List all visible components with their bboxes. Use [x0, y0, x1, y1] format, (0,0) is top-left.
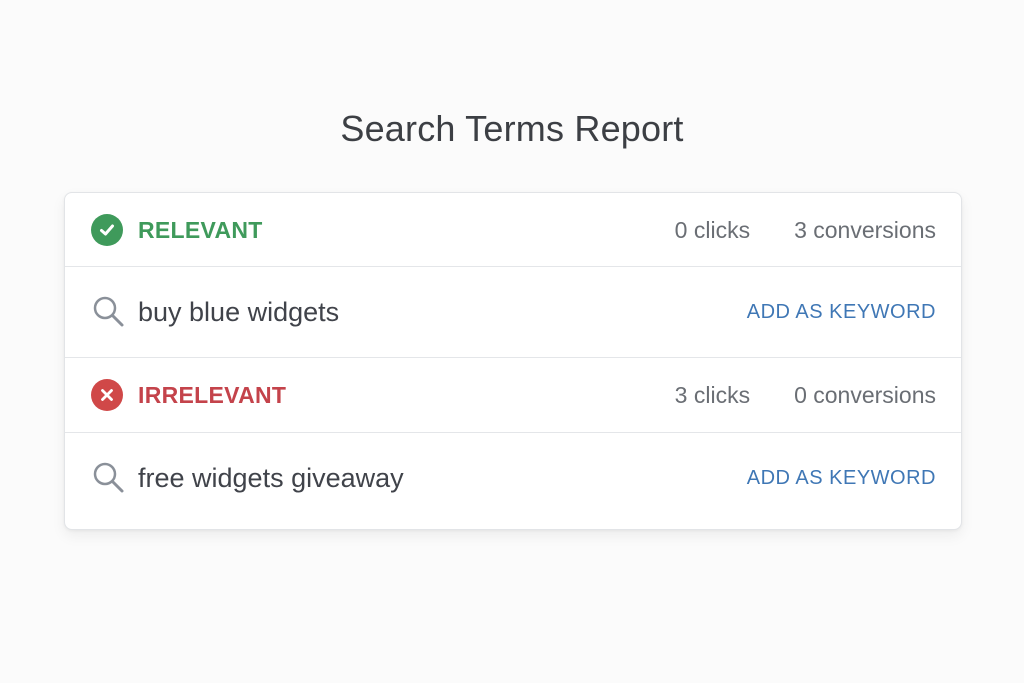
search-term-row: free widgets giveaway ADD AS KEYWORD [65, 433, 961, 523]
clicks-count: 0 clicks [674, 216, 751, 243]
status-header-relevant: RELEVANT 0 clicks 3 conversions [65, 193, 961, 267]
status-label-relevant: RELEVANT [138, 216, 263, 243]
search-icon [91, 294, 127, 330]
conversions-count: 3 conversions [794, 216, 936, 243]
search-terms-card: RELEVANT 0 clicks 3 conversions buy blue… [64, 192, 962, 530]
search-term-row: buy blue widgets ADD AS KEYWORD [65, 267, 961, 357]
conversions-count: 0 conversions [794, 381, 936, 408]
page-title: Search Terms Report [340, 108, 684, 149]
x-circle-icon [91, 379, 123, 411]
clicks-count: 3 clicks [674, 381, 751, 408]
add-as-keyword-button[interactable]: ADD AS KEYWORD [747, 301, 936, 324]
search-icon [91, 460, 127, 496]
search-term-text: free widgets giveaway [138, 462, 404, 493]
status-label-irrelevant: IRRELEVANT [138, 381, 287, 408]
search-term-text: buy blue widgets [138, 296, 340, 327]
add-as-keyword-button[interactable]: ADD AS KEYWORD [747, 467, 936, 490]
check-circle-icon [91, 214, 123, 246]
status-header-irrelevant: IRRELEVANT 3 clicks 0 conversions [65, 358, 961, 432]
